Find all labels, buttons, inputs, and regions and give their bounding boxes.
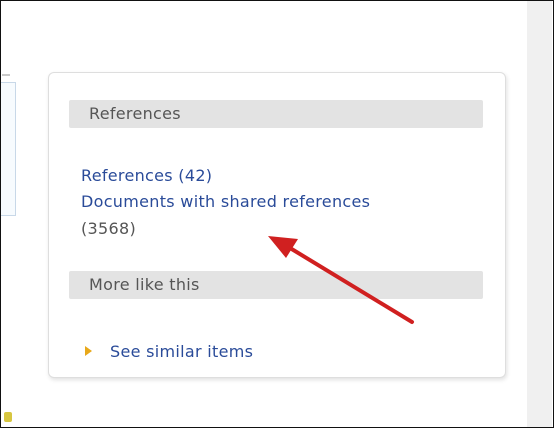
annotation-overlay — [268, 236, 414, 324]
red-arrow-head — [268, 236, 298, 258]
red-arrow-shaft — [288, 246, 414, 324]
